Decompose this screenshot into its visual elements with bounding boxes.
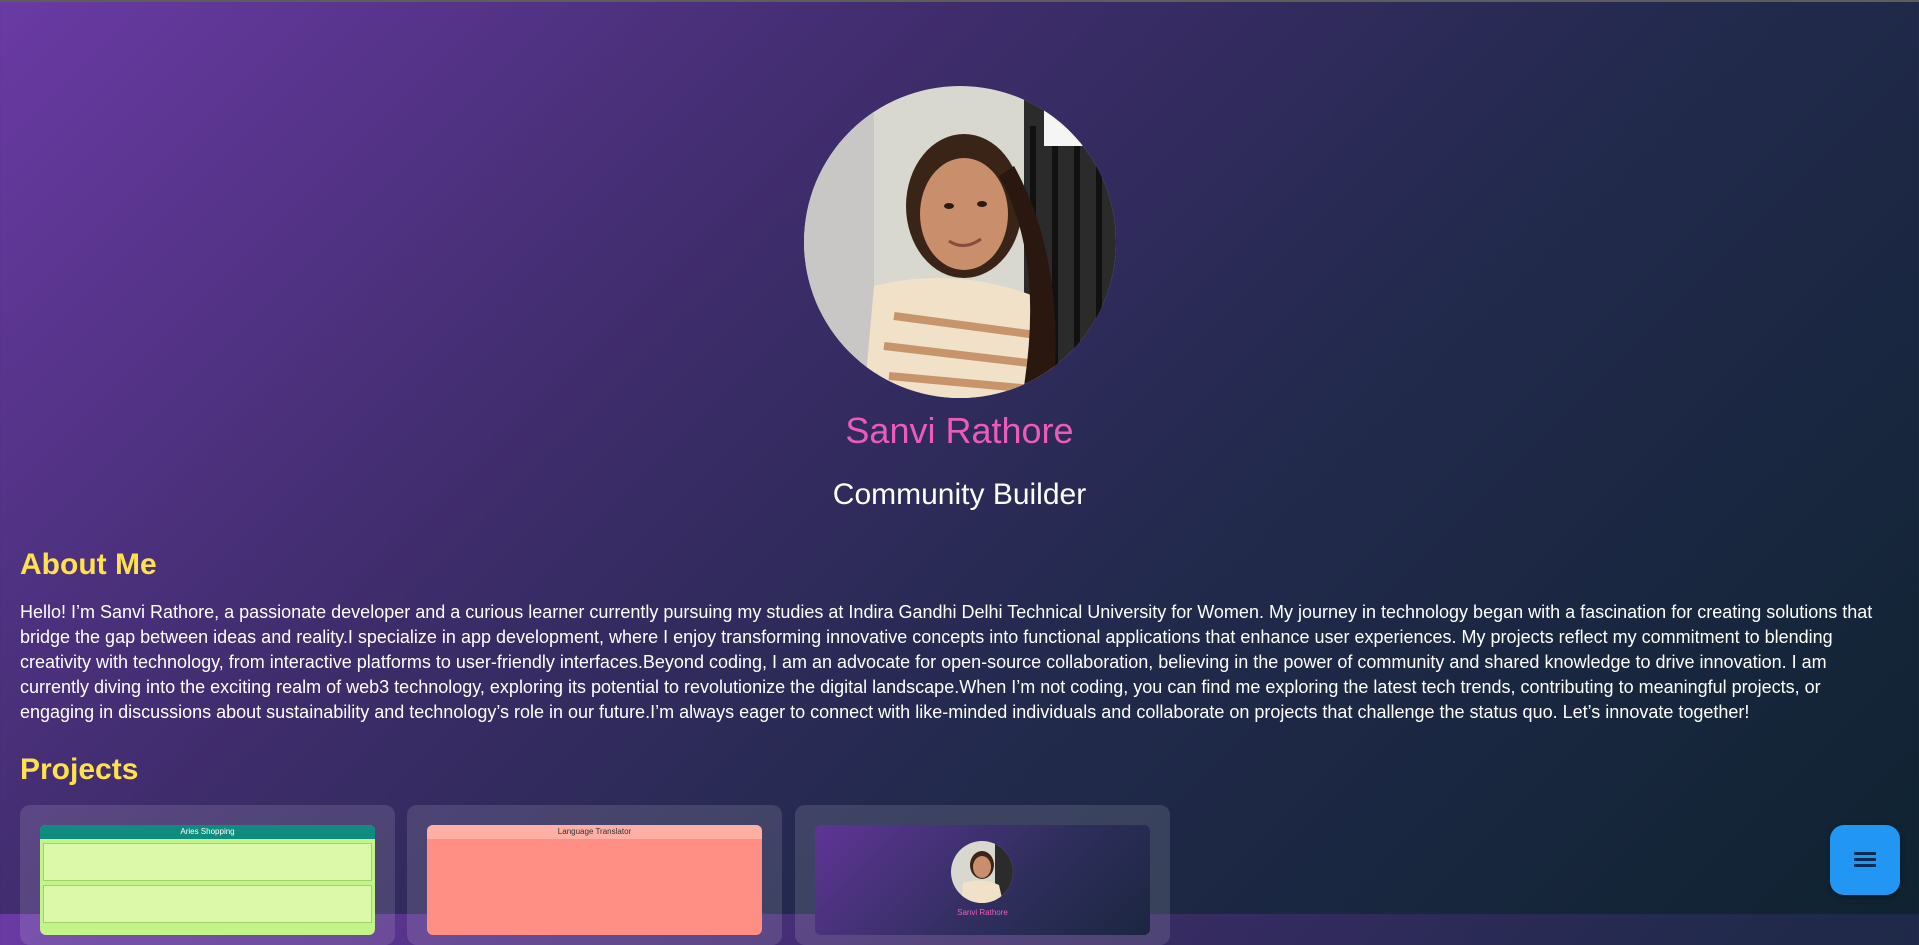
- about-paragraph: Hello! I’m Sanvi Rathore, a passionate d…: [20, 602, 1873, 722]
- top-border: [0, 0, 1919, 2]
- project-thumbnail-title: Aries Shopping: [40, 825, 375, 839]
- about-heading: About Me: [20, 548, 157, 581]
- profile-name: Sanvi Rathore: [845, 410, 1074, 451]
- menu-button[interactable]: [1830, 825, 1900, 895]
- project-thumbnail-3[interactable]: Sanvi Rathore: [815, 825, 1150, 935]
- thumbnail-avatar: [951, 841, 1013, 903]
- thumbnail-name: Sanvi Rathore: [957, 908, 1008, 917]
- project-card-1[interactable]: Aries Shopping: [20, 805, 395, 945]
- projects-heading: Projects: [20, 753, 139, 786]
- project-card-2[interactable]: Language Translator: [407, 805, 782, 945]
- project-thumbnail-2[interactable]: Language Translator: [427, 825, 762, 935]
- project-thumbnail-title: Language Translator: [427, 825, 762, 839]
- thumbnail-content-block: [43, 843, 372, 881]
- profile-photo: [804, 86, 1116, 398]
- project-thumbnail-1[interactable]: Aries Shopping: [40, 825, 375, 935]
- project-card-3[interactable]: Sanvi Rathore: [795, 805, 1170, 945]
- menu-icon: [1854, 852, 1876, 868]
- profile-role: Community Builder: [832, 478, 1087, 511]
- profile-avatar: [804, 86, 1116, 398]
- thumbnail-content-block: [43, 885, 372, 923]
